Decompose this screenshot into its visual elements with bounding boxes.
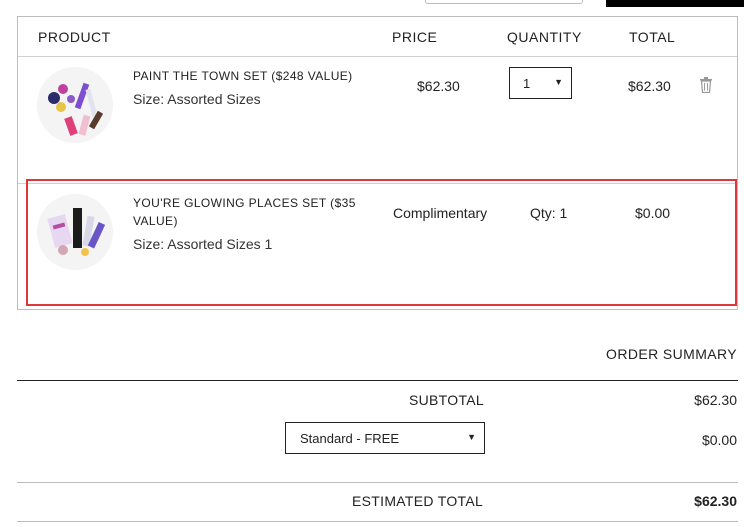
- summary-divider: [17, 482, 738, 483]
- quantity-value: 1: [523, 76, 531, 91]
- subtotal-value: $62.30: [694, 392, 737, 408]
- order-summary-title: ORDER SUMMARY: [606, 346, 737, 362]
- shipping-option: Standard - FREE: [300, 431, 399, 446]
- estimated-total-label: ESTIMATED TOTAL: [352, 493, 484, 509]
- summary-divider: [17, 380, 738, 381]
- subtotal-label: SUBTOTAL: [409, 392, 485, 408]
- product-total: $62.30: [628, 78, 671, 94]
- quantity-select[interactable]: 1 ▼: [509, 67, 572, 99]
- chevron-down-icon: ▼: [554, 77, 563, 87]
- shipping-value: $0.00: [701, 432, 737, 448]
- top-partial-field[interactable]: [425, 0, 583, 4]
- chevron-down-icon: ▼: [467, 432, 476, 442]
- makeup-set-image: [37, 67, 113, 143]
- shipping-select[interactable]: Standard - FREE ▼: [285, 422, 485, 454]
- highlight-box: [26, 179, 737, 306]
- product-price: $62.30: [417, 78, 460, 94]
- cart-header: PRODUCT PRICE QUANTITY TOTAL: [18, 17, 737, 57]
- product-thumbnail[interactable]: [37, 67, 113, 143]
- top-partial-button[interactable]: [606, 0, 744, 7]
- header-quantity: QUANTITY: [507, 29, 582, 45]
- summary-divider: [17, 521, 738, 522]
- estimated-total-value: $62.30: [694, 493, 737, 509]
- product-size: Size: Assorted Sizes: [133, 91, 261, 107]
- header-total: TOTAL: [629, 29, 676, 45]
- header-price: PRICE: [392, 29, 438, 45]
- product-name[interactable]: PAINT THE TOWN SET ($248 VALUE): [133, 67, 353, 85]
- trash-icon[interactable]: [700, 77, 712, 94]
- header-product: PRODUCT: [38, 29, 111, 45]
